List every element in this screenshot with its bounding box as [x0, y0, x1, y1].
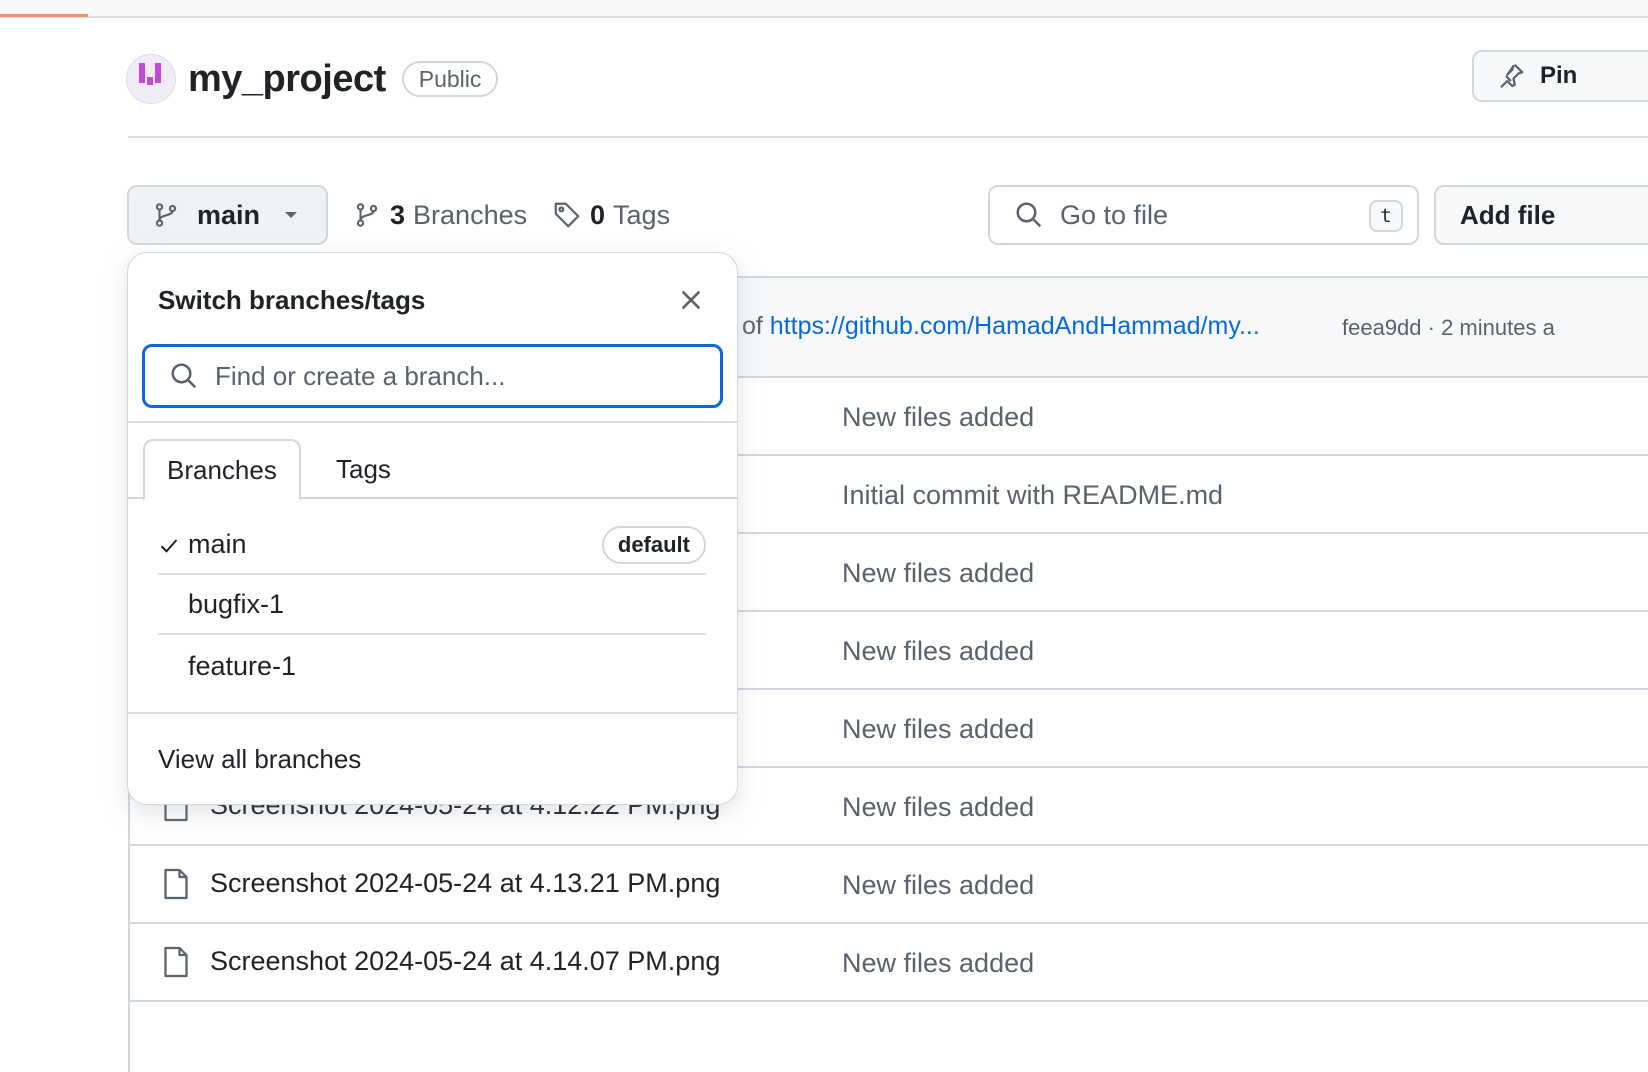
branches-label: Branches	[413, 199, 528, 230]
branch-search-input[interactable]	[215, 360, 695, 392]
search-icon	[1016, 202, 1042, 228]
tag-icon	[554, 202, 580, 228]
avatar[interactable]	[126, 54, 176, 104]
tags-label: Tags	[613, 199, 671, 230]
file-commit-message[interactable]: Initial commit with README.md	[842, 480, 1223, 511]
tab-branches[interactable]: Branches	[143, 439, 301, 501]
default-badge: default	[601, 526, 706, 564]
go-to-file-placeholder: Go to file	[1060, 199, 1169, 230]
tags-link[interactable]: 0 Tags	[552, 196, 670, 234]
table-row: Screenshot 2024-05-24 at 4.13.21 PM.png …	[130, 846, 1648, 924]
divider	[128, 421, 737, 423]
commit-message-prefix: of	[742, 312, 770, 340]
close-icon[interactable]	[678, 287, 704, 313]
branch-name: main	[188, 528, 247, 559]
git-branch-icon	[356, 203, 378, 227]
keyboard-shortcut-hint: t	[1369, 200, 1403, 232]
commit-meta[interactable]: feea9dd · 2 minutes a	[1342, 315, 1555, 341]
file-commit-message[interactable]: New files added	[842, 948, 1034, 979]
file-commit-message[interactable]: New files added	[842, 714, 1034, 745]
branches-link[interactable]: 3 Branches	[354, 196, 527, 234]
tab-tags[interactable]: Tags	[314, 439, 413, 499]
file-icon	[164, 946, 188, 978]
search-icon	[171, 363, 197, 389]
branches-count: 3	[390, 199, 406, 230]
header-divider	[128, 136, 1648, 138]
identicon-icon	[139, 63, 161, 85]
file-commit-message[interactable]: New files added	[842, 870, 1034, 901]
pin-icon	[1500, 63, 1524, 89]
branch-name: bugfix-1	[188, 588, 285, 619]
go-to-file-input[interactable]: Go to file t	[988, 185, 1419, 245]
pin-button[interactable]: Pin	[1472, 50, 1648, 102]
branch-search-field[interactable]	[142, 344, 723, 408]
file-name[interactable]: Screenshot 2024-05-24 at 4.14.07 PM.png	[210, 946, 720, 977]
branch-item-bugfix-1[interactable]: bugfix-1	[158, 575, 706, 635]
add-file-label: Add file	[1460, 199, 1556, 230]
dropdown-title: Switch branches/tags	[158, 285, 426, 315]
latest-commit-message: of https://github.com/HamadAndHammad/my.…	[742, 312, 1260, 341]
repo-name[interactable]: my_project	[188, 58, 386, 101]
pin-label: Pin	[1540, 62, 1578, 89]
add-file-button[interactable]: Add file	[1434, 185, 1648, 245]
file-commit-message[interactable]: New files added	[842, 792, 1034, 823]
branch-item-feature-1[interactable]: feature-1	[158, 636, 706, 696]
commit-link[interactable]: https://github.com/HamadAndHammad/my...	[770, 312, 1260, 340]
git-branch-icon	[155, 203, 177, 227]
top-header-bar	[0, 0, 1648, 18]
dropdown-tabs: Branches Tags	[128, 439, 737, 501]
check-icon	[160, 539, 178, 553]
current-branch-label: main	[197, 199, 261, 230]
view-all-branches-link[interactable]: View all branches	[158, 744, 361, 775]
branch-item-main[interactable]: main default	[158, 515, 706, 575]
page-load-progress	[0, 14, 88, 17]
tags-count: 0	[590, 199, 606, 230]
branch-selector-button[interactable]: main	[127, 185, 328, 245]
chevron-down-icon	[285, 212, 298, 218]
file-commit-message[interactable]: New files added	[842, 558, 1034, 589]
table-row: Screenshot 2024-05-24 at 4.14.07 PM.png …	[130, 924, 1648, 1002]
file-commit-message[interactable]: New files added	[842, 636, 1034, 667]
divider	[128, 712, 737, 714]
file-icon	[164, 868, 188, 900]
file-name[interactable]: Screenshot 2024-05-24 at 4.13.21 PM.png	[210, 868, 720, 899]
visibility-badge: Public	[401, 61, 499, 97]
branch-name: feature-1	[188, 650, 297, 681]
repo-header: my_project Public	[126, 52, 499, 106]
branch-switcher-dropdown: Switch branches/tags Branches Tags main …	[127, 252, 738, 805]
file-commit-message[interactable]: New files added	[842, 402, 1034, 433]
